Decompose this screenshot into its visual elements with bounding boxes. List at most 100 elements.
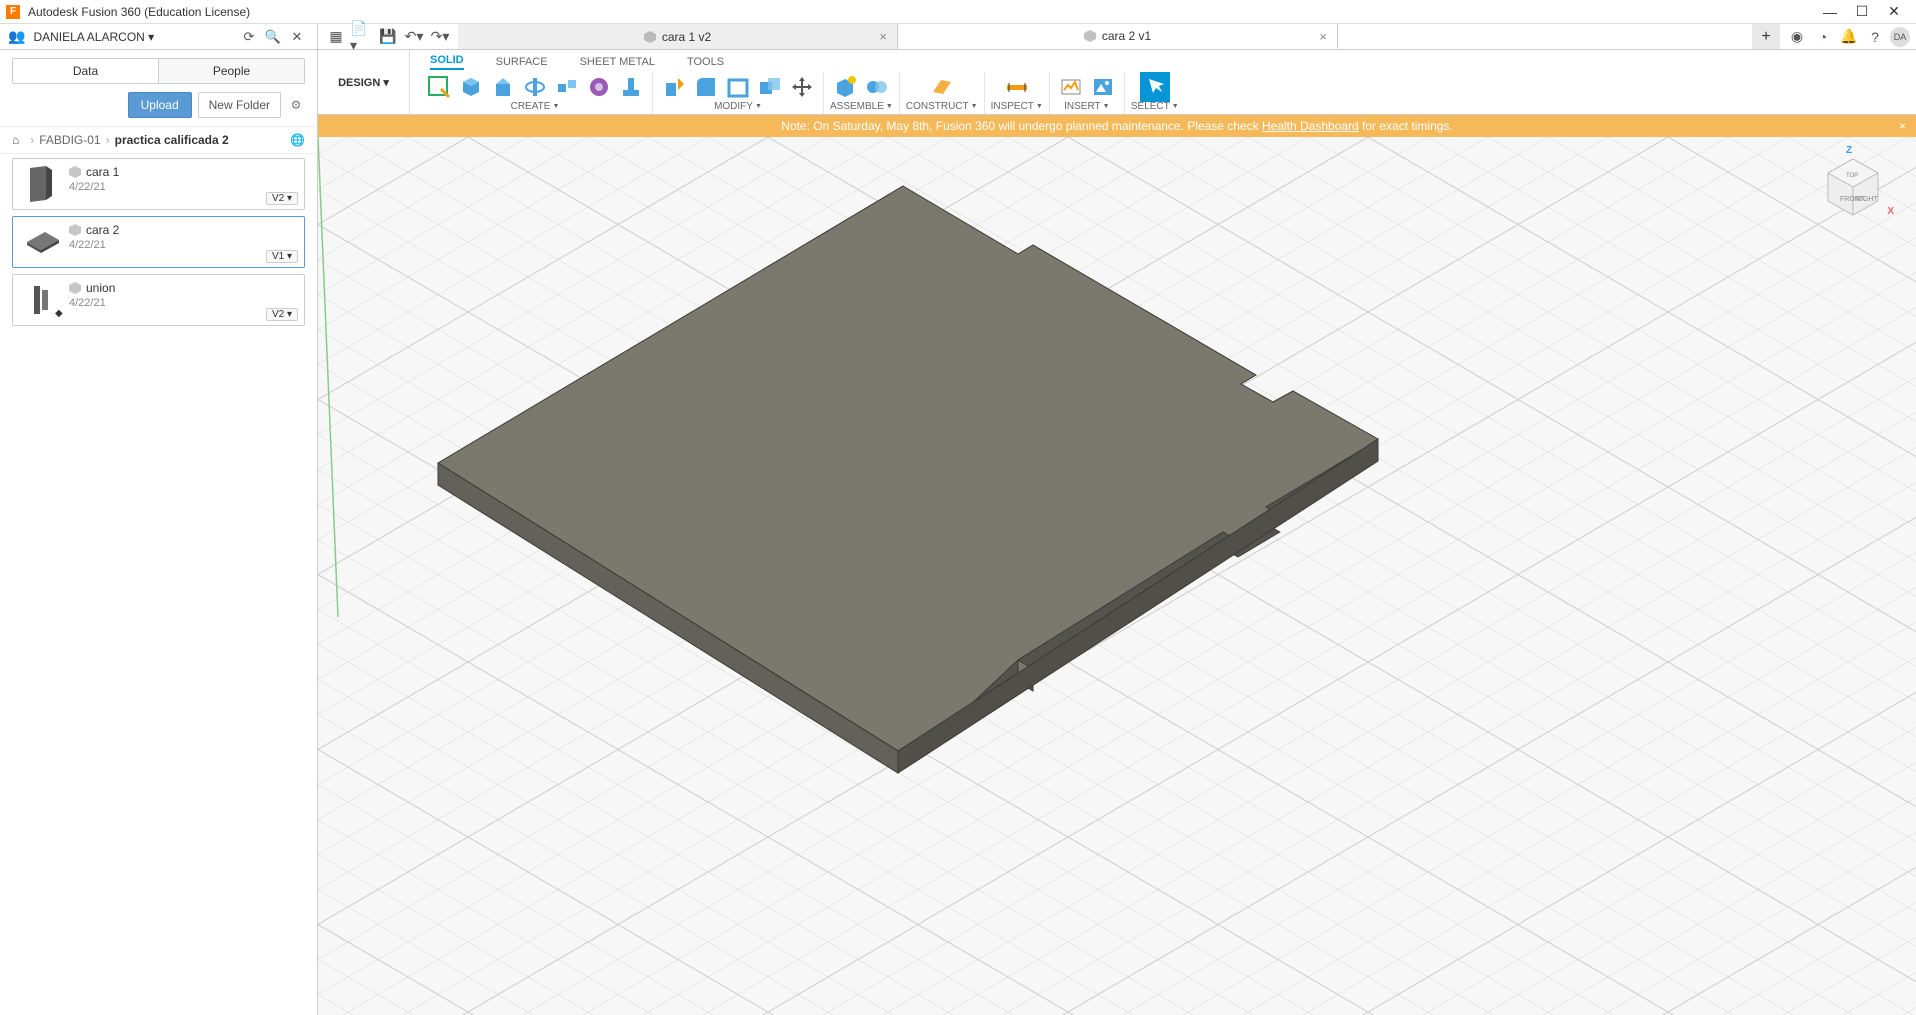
revolve-icon[interactable] [520,72,550,102]
create-sketch-icon[interactable] [424,72,454,102]
breadcrumb-project[interactable]: FABDIG-01 [39,133,100,147]
canvas-icon[interactable] [1088,72,1118,102]
notifications-icon[interactable]: 🔔 [1838,26,1860,48]
box-icon[interactable] [456,72,486,102]
group-label: INSERT [1064,101,1101,112]
cube-icon [69,166,81,178]
move-icon[interactable] [787,72,817,102]
file-menu-button[interactable]: 📄▾ [350,25,374,49]
data-panel-actions: Upload New Folder ⚙ [0,84,317,126]
group-label: ASSEMBLE [830,101,884,112]
svg-text:RIGHT: RIGHT [1856,196,1879,203]
ribbon-group-construct: CONSTRUCT▼ [900,72,985,114]
extensions-icon[interactable]: ◉ [1786,26,1808,48]
upload-button[interactable]: Upload [128,92,192,118]
tab-data[interactable]: Data [13,59,159,83]
ribbon-tab-tools[interactable]: TOOLS [687,56,724,70]
file-list: cara 1 4/22/21 V2 ▾ cara 2 4/22/21 V1 ▾ [0,154,317,1015]
open-web-icon[interactable]: 🌐 [290,133,305,147]
breadcrumb-folder[interactable]: practica calificada 2 [115,133,229,147]
group-label: INSPECT [991,101,1034,112]
grid-apps-button[interactable]: ▦ [324,25,348,49]
document-tab-cara2[interactable]: cara 2 v1 × [898,24,1338,49]
model-plate[interactable] [318,137,1916,1015]
close-tab-icon[interactable]: × [1319,29,1327,44]
decal-icon[interactable] [1056,72,1086,102]
breadcrumb-sep: › [106,133,110,147]
redo-button[interactable]: ↷▾ [428,25,452,49]
sweep-icon[interactable] [552,72,582,102]
version-dropdown[interactable]: V2 ▾ [266,192,298,205]
joint-icon[interactable] [862,72,892,102]
new-tab-button[interactable]: + [1752,24,1780,49]
tab-people[interactable]: People [159,59,304,83]
ribbon-group-inspect: INSPECT▼ [985,72,1050,114]
close-tab-icon[interactable]: × [879,29,887,44]
app-title: Autodesk Fusion 360 (Education License) [28,5,1814,19]
main-area: Data People Upload New Folder ⚙ ⌂ › FABD… [0,50,1916,1015]
undo-button[interactable]: ↶▾ [402,25,426,49]
file-item-cara2[interactable]: cara 2 4/22/21 V1 ▾ [12,216,305,268]
notification-close-icon[interactable]: × [1899,119,1906,133]
version-dropdown[interactable]: V1 ▾ [266,250,298,263]
app-logo-icon: F [6,5,20,19]
ribbon-tab-surface[interactable]: SURFACE [496,56,548,70]
file-thumbnail [21,165,61,205]
save-button[interactable]: 💾 [376,25,400,49]
data-panel-tabs: Data People [12,58,305,84]
help-icon[interactable]: ? [1864,26,1886,48]
window-minimize-button[interactable]: — [1814,0,1846,24]
ribbon-tool-row: CREATE▼ MODIFY▼ [410,70,1916,114]
combine-icon[interactable] [755,72,785,102]
file-name: union [86,281,115,295]
job-status-icon[interactable]: ◔ [1812,26,1834,48]
new-component-icon[interactable] [830,72,860,102]
file-item-union[interactable]: union 4/22/21 ◆ V2 ▾ [12,274,305,326]
window-maximize-button[interactable]: ☐ [1846,0,1878,24]
viewport-canvas[interactable]: FRONT RIGHT TOP Z X [318,137,1916,1015]
shell-icon[interactable] [723,72,753,102]
view-cube[interactable]: FRONT RIGHT TOP Z X [1818,151,1888,221]
search-button[interactable]: 🔍 [261,25,285,49]
notification-link[interactable]: Health Dashboard [1262,119,1359,133]
measure-icon[interactable] [1002,72,1032,102]
workspace-switcher[interactable]: DESIGN ▾ [318,50,410,114]
breadcrumb-sep: › [30,133,34,147]
ribbon-group-modify: MODIFY▼ [653,72,824,114]
data-panel: Data People Upload New Folder ⚙ ⌂ › FABD… [0,50,318,1015]
close-panel-button[interactable]: ✕ [285,25,309,49]
ribbon-tab-sheetmetal[interactable]: SHEET METAL [580,56,655,70]
home-icon[interactable]: ⌂ [12,133,19,147]
document-tab-strip: ▦ 📄▾ 💾 ↶▾ ↷▾ cara 1 v2 × cara 2 v1 × + ◉… [318,24,1916,49]
extrude-icon[interactable] [488,72,518,102]
version-dropdown[interactable]: V2 ▾ [266,308,298,321]
gear-icon[interactable]: ⚙ [287,96,305,114]
quick-access-toolbar: ▦ 📄▾ 💾 ↶▾ ↷▾ [318,24,458,49]
document-tab-cara1[interactable]: cara 1 v2 × [458,24,898,49]
select-icon[interactable] [1140,72,1170,102]
plane-icon[interactable] [927,72,957,102]
data-panel-header: 👥 DANIELA ALARCON ▾ ⟳ 🔍 ✕ [0,24,318,49]
file-item-cara1[interactable]: cara 1 4/22/21 V2 ▾ [12,158,305,210]
document-cube-icon [644,31,656,43]
document-tab-label: cara 1 v2 [662,30,711,44]
new-folder-button[interactable]: New Folder [198,92,281,118]
ribbon-tab-solid[interactable]: SOLID [430,54,464,70]
rib-icon[interactable] [616,72,646,102]
group-label: MODIFY [714,101,753,112]
top-toolbar: 👥 DANIELA ALARCON ▾ ⟳ 🔍 ✕ ▦ 📄▾ 💾 ↶▾ ↷▾ c… [0,24,1916,50]
team-icon: 👥 [8,28,25,45]
group-label: CONSTRUCT [906,101,969,112]
refresh-button[interactable]: ⟳ [237,25,261,49]
document-cube-icon [1084,30,1096,42]
notification-bar: Note: On Saturday, May 8th, Fusion 360 w… [318,115,1916,137]
presspull-icon[interactable] [659,72,689,102]
window-close-button[interactable]: ✕ [1878,0,1910,24]
ribbon-group-create: CREATE▼ [418,72,653,114]
ribbon-tab-row: SOLID SURFACE SHEET METAL TOOLS [410,50,1916,70]
notification-text: Note: On Saturday, May 8th, Fusion 360 w… [781,119,1453,133]
team-name[interactable]: DANIELA ALARCON ▾ [33,30,237,44]
user-avatar[interactable]: DA [1890,27,1910,47]
loft-icon[interactable] [584,72,614,102]
fillet-icon[interactable] [691,72,721,102]
